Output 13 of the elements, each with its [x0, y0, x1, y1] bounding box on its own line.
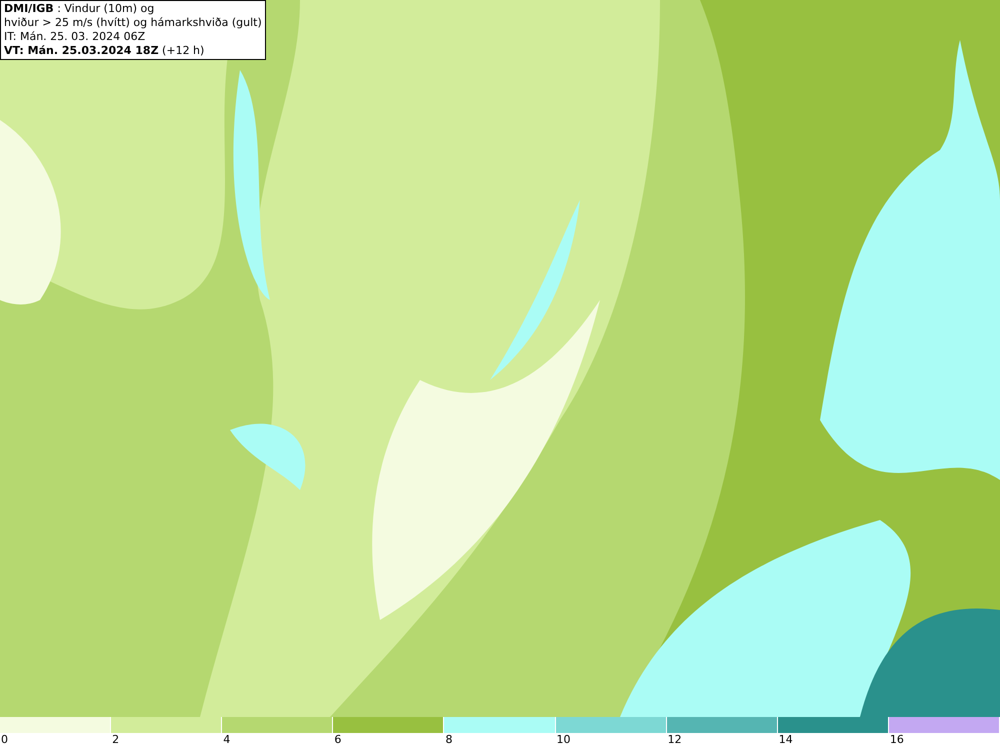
caption-line: VT: Mán. 25.03.2024 18Z (+12 h) [4, 44, 206, 58]
legend-tick-label: 2 [111, 733, 120, 747]
legend-tick-label: 6 [333, 733, 342, 747]
legend-tick-label: 10 [556, 733, 571, 747]
caption-line: IT: Mán. 25. 03. 2024 06Z [4, 30, 146, 44]
caption-line: hviður > 25 m/s (hvítt) og hámarkshviða (gult) [4, 16, 262, 30]
legend-tick-label: 12 [666, 733, 682, 747]
caption-line: DMI/IGB : Vindur (10m) og [4, 2, 156, 16]
legend-tick-label: 4 [222, 733, 230, 747]
legend-tick-label: 8 [444, 733, 452, 747]
legend-tick-label: 0 [0, 733, 8, 747]
legend-tick-label: 14 [778, 733, 793, 747]
legend-tick-label: 16 [888, 733, 904, 747]
